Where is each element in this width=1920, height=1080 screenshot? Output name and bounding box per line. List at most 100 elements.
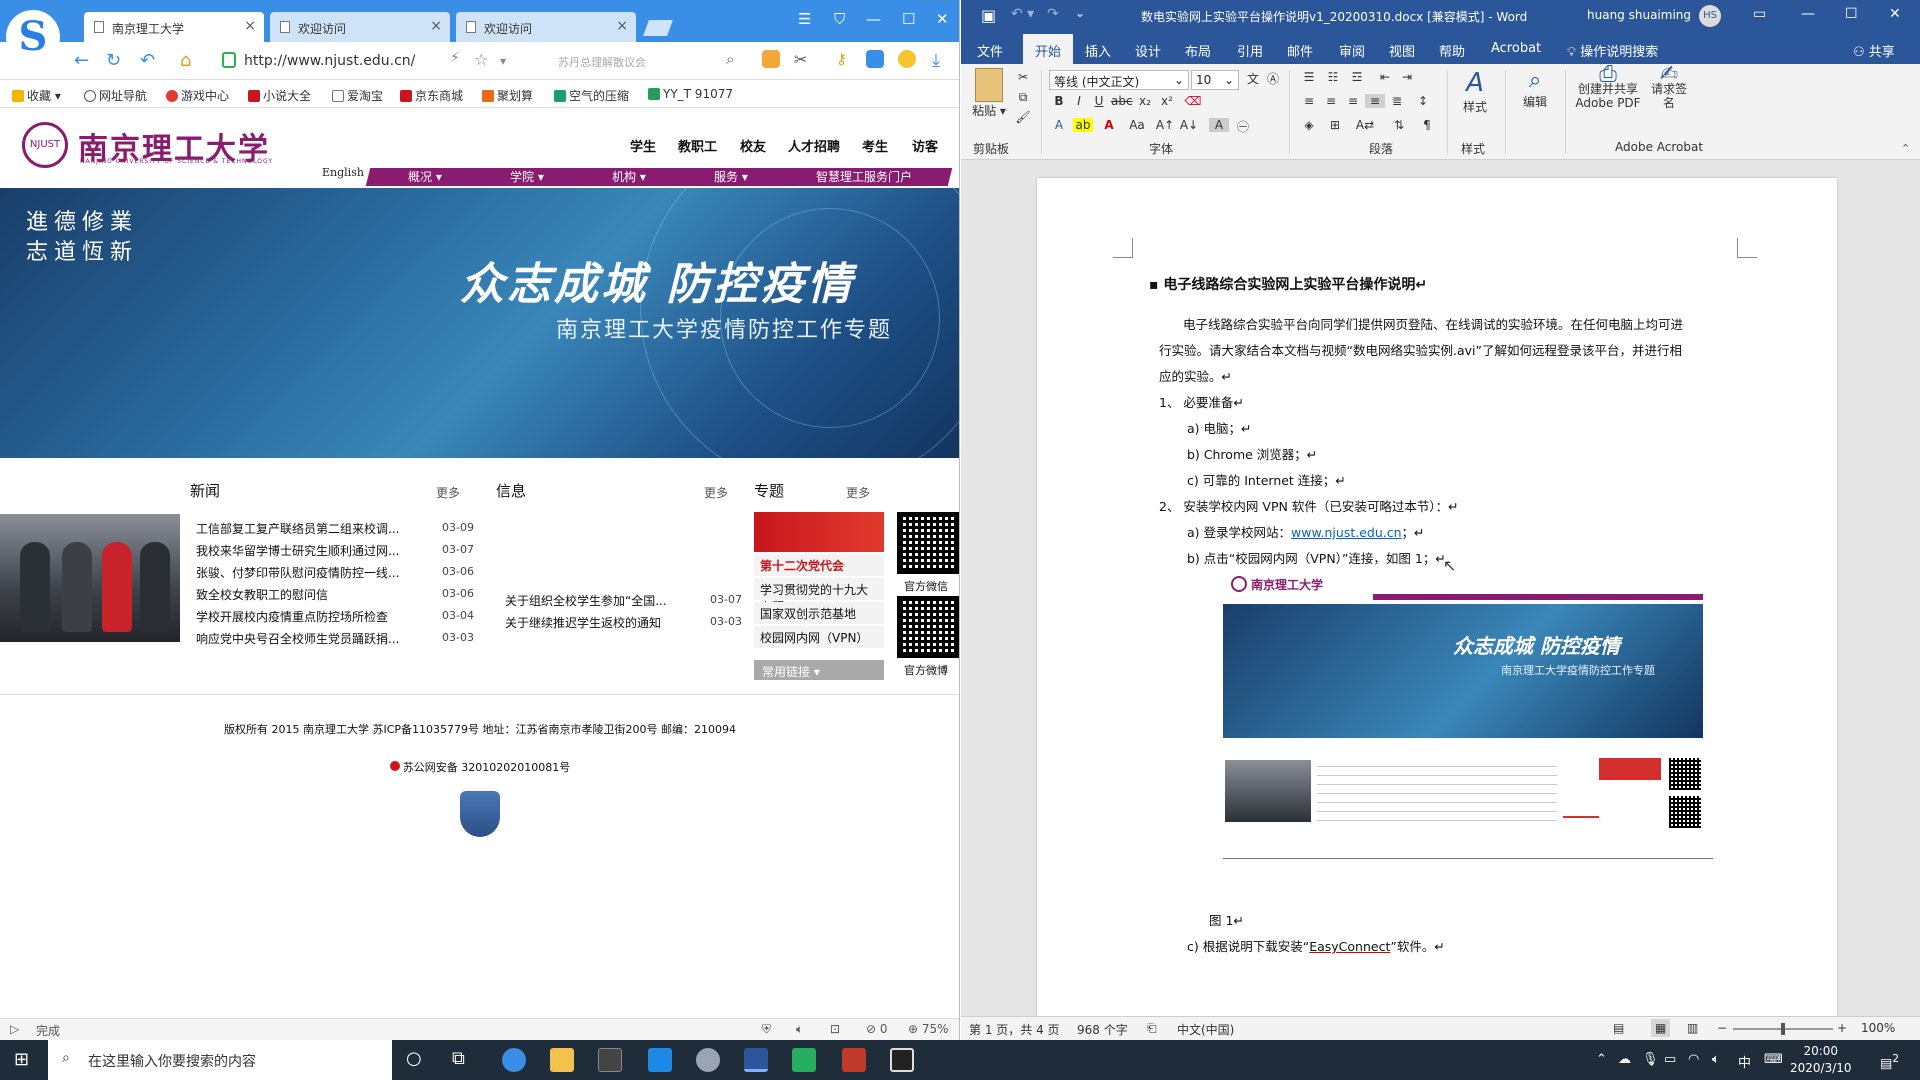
request-signature-button[interactable]: ✍︎ 请求签名 [1651,64,1687,111]
document-area[interactable]: ▪ 电子线路综合实验网上实验平台操作说明↵ 电子线路综合实验平台向同学们提供网页… [961,160,1920,1016]
print-layout-icon[interactable]: ▦ [1651,1019,1671,1037]
translate-icon[interactable] [866,50,884,68]
grow-font-icon[interactable]: A↑ [1155,118,1175,132]
info-more-link[interactable]: 更多 [704,484,728,501]
zoom-in-icon[interactable]: + [1837,1021,1847,1035]
zoom-slider[interactable] [1733,1023,1833,1035]
tab-view[interactable]: 视图 [1389,41,1415,60]
share-button[interactable]: ⚇ 共享 [1853,41,1895,60]
top-link-students[interactable]: 学生 [630,136,656,155]
strikethrough-icon[interactable]: abc [1111,94,1133,108]
task-view-icon[interactable]: ⧉ [452,1048,465,1069]
bookmark-item[interactable]: 收藏 ▾ [12,87,61,104]
user-icon[interactable] [696,1048,720,1072]
undo-icon[interactable]: ↶ ▾ [1011,6,1034,22]
tab-mailings[interactable]: 邮件 [1287,41,1313,60]
copy-icon[interactable]: ⧉ [1013,90,1033,104]
special-item[interactable]: 学习贯彻党的十九大专题 [754,578,884,614]
doc-list-item[interactable]: c) 可靠的 Internet 连接；↵ [1187,470,1346,489]
font-color-icon[interactable]: A [1099,118,1119,132]
text-effects-icon[interactable]: A [1049,118,1069,132]
browser-tab-active[interactable]: 南京理工大学 × [84,12,264,42]
doc-paragraph[interactable]: 应的实验。↵ [1159,366,1232,385]
key-icon[interactable]: ⚷ [836,50,847,68]
superscript-icon[interactable]: x² [1157,94,1177,108]
info-item[interactable]: 关于组织全校学生参加“全国... [505,592,695,609]
wifi-icon[interactable]: ◠ [1688,1052,1699,1067]
ime-indicator[interactable]: 中 [1738,1052,1751,1071]
phonetic-icon[interactable]: 文 [1243,70,1263,86]
tell-me-search[interactable]: 💡︎ 操作说明搜索 [1567,41,1658,60]
shield-icon[interactable]: ⛨ [762,1022,771,1037]
back-icon[interactable]: ← [74,50,89,71]
tab-help[interactable]: 帮助 [1439,41,1465,60]
minimize-icon[interactable]: — [1801,6,1815,22]
app-icon[interactable] [792,1048,816,1072]
figure-1-screenshot[interactable]: 南京理工大学 众志成城 防控疫情 南京理工大学疫情防控工作专题 [1223,574,1713,859]
document-page[interactable]: ▪ 电子线路综合实验网上实验平台操作说明↵ 电子线路综合实验平台向同学们提供网页… [1037,178,1837,1016]
font-name-select[interactable]: 等线 (中文正文) ⌄ [1049,70,1189,90]
special-more-link[interactable]: 更多 [846,484,870,501]
menu-portal[interactable]: 智慧理工服务门户 [816,168,912,185]
bookmark-item[interactable]: 网址导航 [84,87,147,104]
minimize-icon[interactable]: — [866,10,881,28]
font-size-select[interactable]: 10 ⌄ [1191,70,1239,90]
tab-insert[interactable]: 插入 [1085,41,1111,60]
top-link-jobs[interactable]: 人才招聘 [788,136,840,155]
search-input[interactable]: 苏丹总理解散议会 [530,49,746,73]
special-item[interactable]: 第十二次党代会 [754,554,884,576]
scissors-icon[interactable]: ✂ [794,50,807,69]
tab-file[interactable]: 文件 [977,41,1003,60]
news-more-link[interactable]: 更多 [436,484,460,501]
extension-icon[interactable] [762,50,780,68]
menu-icon[interactable]: ☰ [798,10,811,28]
download-count[interactable]: ⊘ 0 [866,1022,888,1036]
windows-start-icon[interactable]: ⊞ [14,1049,29,1070]
doc-heading[interactable]: ▪ 电子线路综合实验网上实验平台操作说明↵ [1149,274,1427,294]
numbering-icon[interactable]: ☷ [1323,70,1343,84]
increase-indent-icon[interactable]: ⇥ [1397,70,1417,84]
university-crest-logo[interactable]: NJUST [22,122,68,168]
menu-schools[interactable]: 学院 ▾ [510,168,544,185]
chevron-down-icon[interactable]: ▾ [500,54,506,68]
system-clock[interactable]: 20:00 2020/3/10 [1790,1043,1852,1077]
search-icon[interactable]: ⌕ [726,50,734,68]
hero-banner[interactable]: 進德修業 志道恆新 众志成城 防控疫情 南京理工大学疫情防控工作专题 [0,188,959,458]
change-case-icon[interactable]: Aa [1127,118,1147,132]
speaker-icon[interactable]: 🔈︎ [796,1022,803,1037]
lock-icon[interactable]: ⊡ [830,1022,840,1036]
show-marks-icon[interactable]: ¶ [1417,118,1437,132]
tab-acrobat[interactable]: Acrobat [1491,41,1541,56]
tab-design[interactable]: 设计 [1135,41,1161,60]
quick-access-icon[interactable]: ⌄ [1075,6,1085,20]
taskbar-search-input[interactable]: ⌕ 在这里输入你要搜索的内容 [48,1040,392,1080]
keyboard-icon[interactable]: ⌨ [1764,1052,1783,1067]
zoom-slider-handle[interactable] [1781,1023,1785,1035]
refresh-icon[interactable]: ↻ [106,50,121,71]
char-border-icon[interactable]: Ⓐ [1263,70,1283,86]
doc-paragraph[interactable]: 行实验。请大家结合本文档与视频“数电网络实验实例.avi”了解如何远程登录该平台… [1159,340,1682,359]
battery-icon[interactable]: ▭ [1664,1052,1676,1067]
shrink-font-icon[interactable]: A↓ [1179,118,1199,132]
lightning-icon[interactable]: ⚡ [450,50,460,66]
sort-icon[interactable]: ⇅ [1389,118,1409,132]
cut-icon[interactable]: ✂ [1013,70,1033,84]
mail-icon[interactable] [648,1048,672,1072]
clear-format-icon[interactable]: ⌫ [1183,94,1203,108]
close-icon[interactable]: ✕ [1889,6,1901,22]
bookmark-item[interactable]: 空气的压缩 [554,87,629,104]
align-left-icon[interactable]: ≡ [1299,94,1319,108]
sogou-browser-taskbar-icon[interactable] [502,1048,526,1072]
menu-overview[interactable]: 概况 ▾ [408,168,442,185]
undo-icon[interactable]: ↶ [140,50,155,71]
tab-home[interactable]: 开始 [1023,34,1074,64]
cloud-icon[interactable]: ☁ [1618,1052,1631,1067]
justify-icon[interactable]: ≡ [1365,94,1385,108]
common-links-dropdown[interactable]: 常用链接 ▾ [754,660,884,680]
bookmark-item[interactable]: 爱淘宝 [332,87,383,104]
news-item[interactable]: 工信部复工复产联络员第二组来校调... [196,520,476,537]
close-icon[interactable]: × [616,18,628,34]
subscript-icon[interactable]: x₂ [1135,94,1155,108]
maximize-icon[interactable]: ☐ [1845,6,1858,22]
align-center-icon[interactable]: ≡ [1321,94,1341,108]
